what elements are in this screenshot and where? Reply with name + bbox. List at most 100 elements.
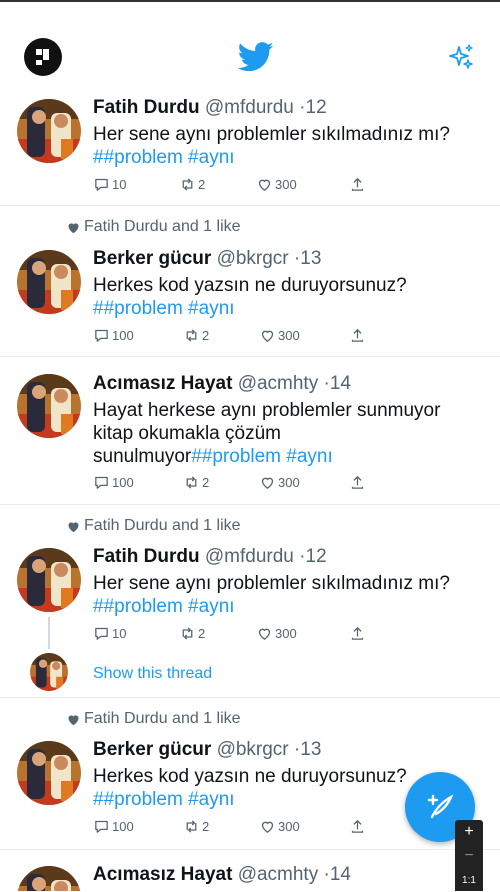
tweet-item[interactable]: Fatih Durdu and 1 like Fatih Durdu @mfdu… xyxy=(0,505,500,698)
hashtags[interactable]: ##problem #aynı xyxy=(93,297,463,320)
tweet-text: Her sene aynı problemler sıkılmadınız mı… xyxy=(93,572,463,618)
author-name[interactable]: Acımasız Hayat xyxy=(93,864,232,885)
reply-icon xyxy=(95,178,108,191)
zoom-out-button[interactable]: − xyxy=(455,844,483,868)
tweet-text: Her sene aynı problemler sıkılmadınız mı… xyxy=(93,123,463,169)
like-button[interactable]: 300 xyxy=(259,327,300,344)
like-button[interactable]: 300 xyxy=(259,474,300,491)
zoom-ratio[interactable]: 1:1 xyxy=(455,868,483,892)
reply-icon xyxy=(95,820,108,833)
show-thread-link[interactable]: Show this thread xyxy=(93,665,212,683)
retweet-button[interactable]: 2 xyxy=(179,625,205,642)
author-handle: @mfdurdu xyxy=(204,97,294,118)
reply-count: 10 xyxy=(112,626,127,641)
avatar[interactable] xyxy=(17,374,81,438)
like-button[interactable]: 300 xyxy=(259,818,300,835)
avatar[interactable] xyxy=(17,548,81,612)
heart-filled-icon xyxy=(68,714,79,725)
like-button[interactable]: 300 xyxy=(256,625,297,642)
retweet-count: 2 xyxy=(202,328,210,343)
author-handle: @acmhty xyxy=(237,864,319,885)
tweet-body: Her sene aynı problemler sıkılmadınız mı… xyxy=(93,573,450,594)
tweet-body: Her sene aynı problemler sıkılmadınız mı… xyxy=(93,124,450,145)
like-button[interactable]: 300 xyxy=(256,176,297,193)
sparkle-icon[interactable] xyxy=(446,43,476,73)
avatar[interactable] xyxy=(17,866,81,891)
hashtags[interactable]: ##problem #aynı xyxy=(93,146,463,169)
share-button[interactable] xyxy=(349,818,366,835)
retweet-button[interactable]: 2 xyxy=(183,818,209,835)
tweet-author: Berker gücur @bkrgcr ·13 xyxy=(93,248,321,270)
like-count: 300 xyxy=(275,177,297,192)
social-context: Fatih Durdu and 1 like xyxy=(66,710,241,728)
tweet-item[interactable]: Fatih Durdu @mfdurdu ·12 Her sene aynı p… xyxy=(0,90,500,206)
avatar[interactable] xyxy=(17,250,81,314)
tweet-author: Fatih Durdu @mfdurdu ·12 xyxy=(93,97,327,119)
reply-button[interactable]: 100 xyxy=(93,818,134,835)
retweet-count: 2 xyxy=(202,819,210,834)
author-handle: @bkrgcr xyxy=(216,248,289,269)
retweet-button[interactable]: 2 xyxy=(183,327,209,344)
retweet-icon xyxy=(182,178,193,191)
twitter-bird-icon xyxy=(238,42,274,72)
tweet-body-line-1: Hayat herkese aynı problemler sunmuyor xyxy=(93,400,441,421)
retweet-button[interactable]: 2 xyxy=(179,176,205,193)
tweet-item[interactable]: Acımasız Hayat @acmhty ·14 xyxy=(0,850,500,891)
author-name[interactable]: Berker gücur xyxy=(93,739,211,760)
author-name[interactable]: Acımasız Hayat xyxy=(93,373,232,394)
share-button[interactable] xyxy=(349,474,366,491)
reply-count: 10 xyxy=(112,177,127,192)
tweet-actions: 100 2 300 xyxy=(93,327,393,347)
author-name[interactable]: Fatih Durdu xyxy=(93,97,200,118)
heart-filled-icon xyxy=(68,521,79,532)
profile-avatar-icon[interactable] xyxy=(24,38,62,76)
tweet-item[interactable]: Fatih Durdu and 1 like Berker gücur @bkr… xyxy=(0,206,500,357)
heart-icon xyxy=(258,628,271,640)
share-button[interactable] xyxy=(349,176,366,193)
heart-icon xyxy=(261,477,274,489)
avatar[interactable] xyxy=(17,99,81,163)
share-button[interactable] xyxy=(349,327,366,344)
tweet-time: ·13 xyxy=(293,248,322,269)
hashtags[interactable]: ##problem #aynı xyxy=(191,446,333,467)
reply-button[interactable]: 10 xyxy=(93,176,126,193)
tweet-actions: 100 2 300 xyxy=(93,818,393,838)
like-count: 300 xyxy=(275,626,297,641)
zoom-control: + − 1:1 xyxy=(455,820,483,891)
share-icon xyxy=(351,819,364,833)
tweet-item[interactable]: Acımasız Hayat @acmhty ·14 Hayat herkese… xyxy=(0,357,500,505)
reply-button[interactable]: 10 xyxy=(93,625,126,642)
tweet-author: Acımasız Hayat @acmhty ·14 xyxy=(93,373,351,395)
tweet-time: ·14 xyxy=(323,373,351,394)
reply-count: 100 xyxy=(112,819,134,834)
like-count: 300 xyxy=(278,819,300,834)
tweet-author: Acımasız Hayat @acmhty ·14 xyxy=(93,864,351,886)
tweet-text: Herkes kod yazsın ne duruyorsunuz? ##pro… xyxy=(93,274,463,320)
retweet-button[interactable]: 2 xyxy=(183,474,209,491)
tweet-body-line-2: kitap okumakla çözüm xyxy=(93,423,281,444)
reply-button[interactable]: 100 xyxy=(93,474,134,491)
reply-count: 100 xyxy=(112,475,134,490)
tweet-actions: 10 2 300 xyxy=(93,176,393,196)
reply-icon xyxy=(95,329,108,342)
author-handle: @mfdurdu xyxy=(204,546,294,567)
share-button[interactable] xyxy=(349,625,366,642)
like-count: 300 xyxy=(278,328,300,343)
retweet-icon xyxy=(186,820,197,833)
tweet-author: Fatih Durdu @mfdurdu ·12 xyxy=(93,546,327,568)
reply-button[interactable]: 100 xyxy=(93,327,134,344)
zoom-in-button[interactable]: + xyxy=(455,820,483,844)
reply-icon xyxy=(95,627,108,640)
social-context-text: Fatih Durdu and 1 like xyxy=(84,710,241,727)
tweet-actions: 100 2 300 xyxy=(93,474,393,494)
avatar[interactable] xyxy=(17,741,81,805)
tweet-body-line-3: sunulmuyor xyxy=(93,446,192,467)
author-name[interactable]: Berker gücur xyxy=(93,248,211,269)
thread-line xyxy=(48,617,50,649)
retweet-icon xyxy=(186,329,197,342)
author-name[interactable]: Fatih Durdu xyxy=(93,546,200,567)
tweet-text: Hayat herkese aynı problemler sunmuyor k… xyxy=(93,399,463,468)
retweet-count: 2 xyxy=(198,177,206,192)
thread-avatar[interactable] xyxy=(30,653,68,691)
hashtags[interactable]: ##problem #aynı xyxy=(93,595,463,618)
